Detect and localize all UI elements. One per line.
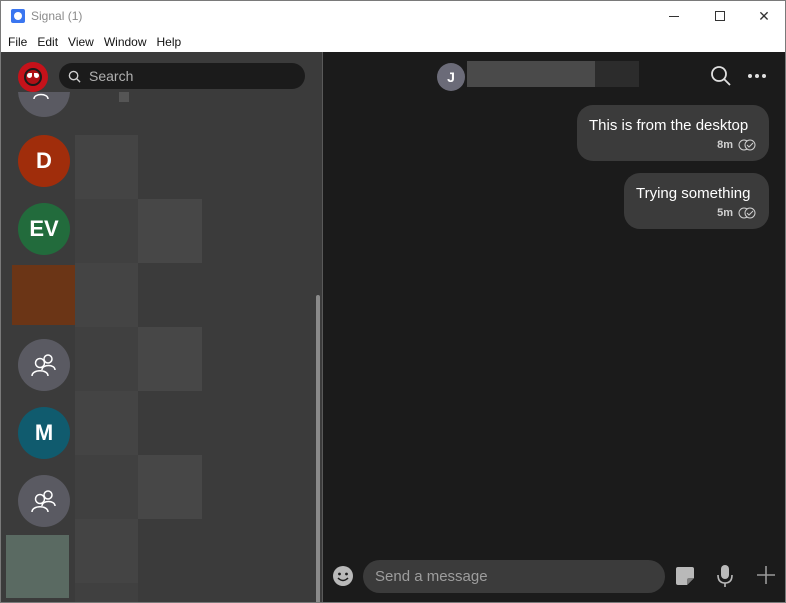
conversation-thumbnail[interactable] [12, 265, 76, 325]
minimize-button[interactable] [651, 1, 697, 31]
delivered-check-icon [738, 139, 756, 151]
redacted-block [75, 519, 138, 583]
redacted-block [75, 199, 138, 263]
plus-icon [757, 566, 775, 584]
minimize-icon [669, 15, 679, 17]
conversation-search-button[interactable] [709, 64, 733, 88]
emoji-button[interactable] [331, 564, 355, 588]
redacted-contact-name [467, 61, 595, 87]
menu-edit[interactable]: Edit [36, 35, 59, 49]
contact-initial: J [447, 69, 455, 85]
composition-area [323, 550, 785, 602]
redacted-block [138, 327, 202, 391]
close-button[interactable]: ✕ [741, 1, 785, 31]
avatar-initials: M [34, 420, 54, 445]
message-time: 5m [717, 207, 733, 219]
message-text: Trying something [636, 185, 751, 202]
conversation-avatar-group[interactable] [18, 339, 70, 391]
redacted-block [75, 263, 138, 327]
menu-help[interactable]: Help [156, 35, 183, 49]
menu-bar: File Edit View Window Help [1, 31, 785, 52]
conversation-thumbnail[interactable] [6, 535, 69, 598]
close-icon: ✕ [758, 7, 770, 24]
conversation-avatar-d[interactable]: D [18, 135, 70, 187]
redacted-block [75, 391, 138, 455]
sticker-icon [676, 567, 694, 585]
more-options-button[interactable] [745, 64, 769, 88]
message-meta: 8m [589, 139, 757, 151]
message-bubble-outgoing[interactable]: Trying something 5m [624, 173, 769, 229]
conversation-avatar-m[interactable]: M [18, 407, 70, 459]
signal-window: Signal (1) ✕ File Edit View Window Help [0, 0, 786, 603]
group-icon [31, 490, 56, 513]
search-icon [711, 66, 731, 86]
emoji-icon [333, 566, 353, 586]
redacted-block [138, 455, 202, 519]
conversation-list: D EV M [1, 92, 322, 602]
search-input[interactable] [89, 68, 289, 84]
window-title: Signal (1) [31, 9, 83, 23]
menu-view[interactable]: View [67, 35, 95, 49]
conversation-sidebar: D EV M [1, 52, 322, 602]
menu-window[interactable]: Window [103, 35, 148, 49]
redacted-block [75, 455, 138, 519]
conversation-avatar-group[interactable] [18, 475, 70, 527]
attach-button[interactable] [753, 562, 779, 588]
more-horizontal-icon [748, 74, 766, 78]
conversation-avatar[interactable] [18, 92, 70, 117]
sticker-button[interactable] [673, 564, 697, 588]
maximize-button[interactable] [697, 1, 743, 31]
search-icon [68, 70, 81, 83]
redacted-block [75, 327, 138, 391]
avatar-initials: EV [29, 216, 59, 241]
sidebar-scrollbar-thumb[interactable] [316, 295, 320, 602]
message-meta: 5m [636, 207, 757, 219]
message-text: This is from the desktop [589, 117, 749, 134]
delivered-check-icon [738, 207, 756, 219]
group-icon [31, 354, 56, 377]
conversation-pane: J This is from the desktop 8m Trying som… [323, 52, 785, 602]
voice-message-button[interactable] [713, 562, 737, 590]
signal-app-icon [11, 9, 25, 23]
group-icon [33, 93, 49, 100]
redacted-contact-name [595, 61, 639, 87]
menu-file[interactable]: File [7, 35, 28, 49]
redacted-block [75, 583, 138, 602]
maximize-icon [715, 11, 725, 21]
search-box[interactable] [59, 63, 305, 89]
microphone-icon [717, 565, 733, 587]
message-time: 8m [717, 139, 733, 151]
message-bubble-outgoing[interactable]: This is from the desktop 8m [577, 105, 769, 161]
my-profile-avatar[interactable] [18, 62, 48, 92]
contact-avatar[interactable]: J [437, 63, 465, 91]
message-input[interactable] [363, 560, 665, 593]
redacted-block [75, 135, 138, 199]
title-bar: Signal (1) ✕ [1, 1, 785, 31]
conversation-avatar-ev[interactable]: EV [18, 203, 70, 255]
avatar-initials: D [36, 148, 52, 173]
redacted-block [138, 199, 202, 263]
